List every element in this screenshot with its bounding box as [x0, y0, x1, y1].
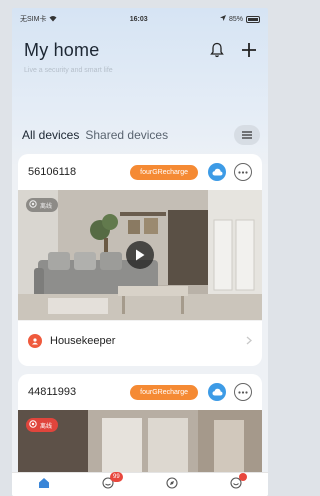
- camera-icon: [29, 420, 37, 430]
- more-options-icon[interactable]: [234, 163, 252, 181]
- tab-messages[interactable]: 99: [96, 472, 123, 489]
- device-card-footer[interactable]: Housekeeper: [18, 320, 262, 360]
- play-button[interactable]: [126, 241, 154, 269]
- list-menu-button[interactable]: [234, 125, 260, 145]
- header: My home Live a security and smart life: [24, 40, 258, 90]
- battery-icon: [246, 15, 260, 23]
- device-card-header: 44811993 fourGRecharge: [18, 374, 262, 410]
- camera-status-tag: 离线: [26, 198, 59, 212]
- menu-icon: [242, 131, 252, 139]
- device-tabs: All devices Shared devices: [22, 124, 260, 146]
- device-id: 44811993: [28, 386, 77, 398]
- compass-icon: [166, 477, 178, 489]
- device-card-header: 56106118 fourGRecharge: [18, 154, 262, 190]
- play-icon: [136, 249, 145, 261]
- housekeeper-label: Housekeeper: [50, 334, 116, 347]
- tab-discover[interactable]: [160, 477, 184, 489]
- camera-icon: [29, 200, 37, 210]
- camera-status-label: 离线: [40, 203, 53, 210]
- status-left: 无SIM卡: [20, 14, 57, 24]
- page-subtitle: Live a security and smart life: [24, 67, 113, 74]
- cloud-icon[interactable]: [208, 383, 226, 401]
- housekeeper-icon: [28, 333, 42, 348]
- bell-icon[interactable]: [208, 40, 226, 60]
- phone-screen: 无SIM卡 16:03 85% My home Live a security …: [12, 8, 268, 496]
- carrier-label: 无SIM卡: [20, 16, 47, 23]
- add-icon[interactable]: [240, 40, 258, 60]
- device-id: 56106118: [28, 166, 77, 178]
- camera-status-tag: 离线: [26, 418, 59, 432]
- status-right: 85%: [219, 15, 260, 23]
- location-icon: [219, 15, 226, 23]
- cloud-icon[interactable]: [208, 163, 226, 181]
- status-bar: 无SIM卡 16:03 85%: [12, 8, 268, 30]
- tab-all-devices[interactable]: All devices: [22, 128, 79, 142]
- tab-shared-devices[interactable]: Shared devices: [85, 128, 168, 142]
- device-card: 56106118 fourGRecharge 离线 Housekeeper: [18, 154, 262, 366]
- camera-preview[interactable]: 离线: [18, 190, 262, 320]
- profile-notification-dot: [239, 473, 247, 481]
- message-count-badge: 99: [110, 472, 123, 482]
- header-icons: [208, 40, 258, 60]
- battery-label: 85%: [228, 15, 243, 23]
- chevron-right-icon: [246, 334, 252, 348]
- tab-home[interactable]: [32, 477, 56, 489]
- bottom-tab-bar: 99: [12, 472, 268, 496]
- camera-status-label: 离线: [40, 423, 53, 430]
- status-time: 16:03: [129, 15, 148, 23]
- wifi-icon: [49, 15, 57, 24]
- tab-profile[interactable]: [224, 473, 248, 489]
- more-options-icon[interactable]: [234, 383, 252, 401]
- home-icon: [39, 478, 49, 488]
- recharge-button[interactable]: fourGRecharge: [130, 384, 198, 400]
- recharge-button[interactable]: fourGRecharge: [130, 164, 198, 180]
